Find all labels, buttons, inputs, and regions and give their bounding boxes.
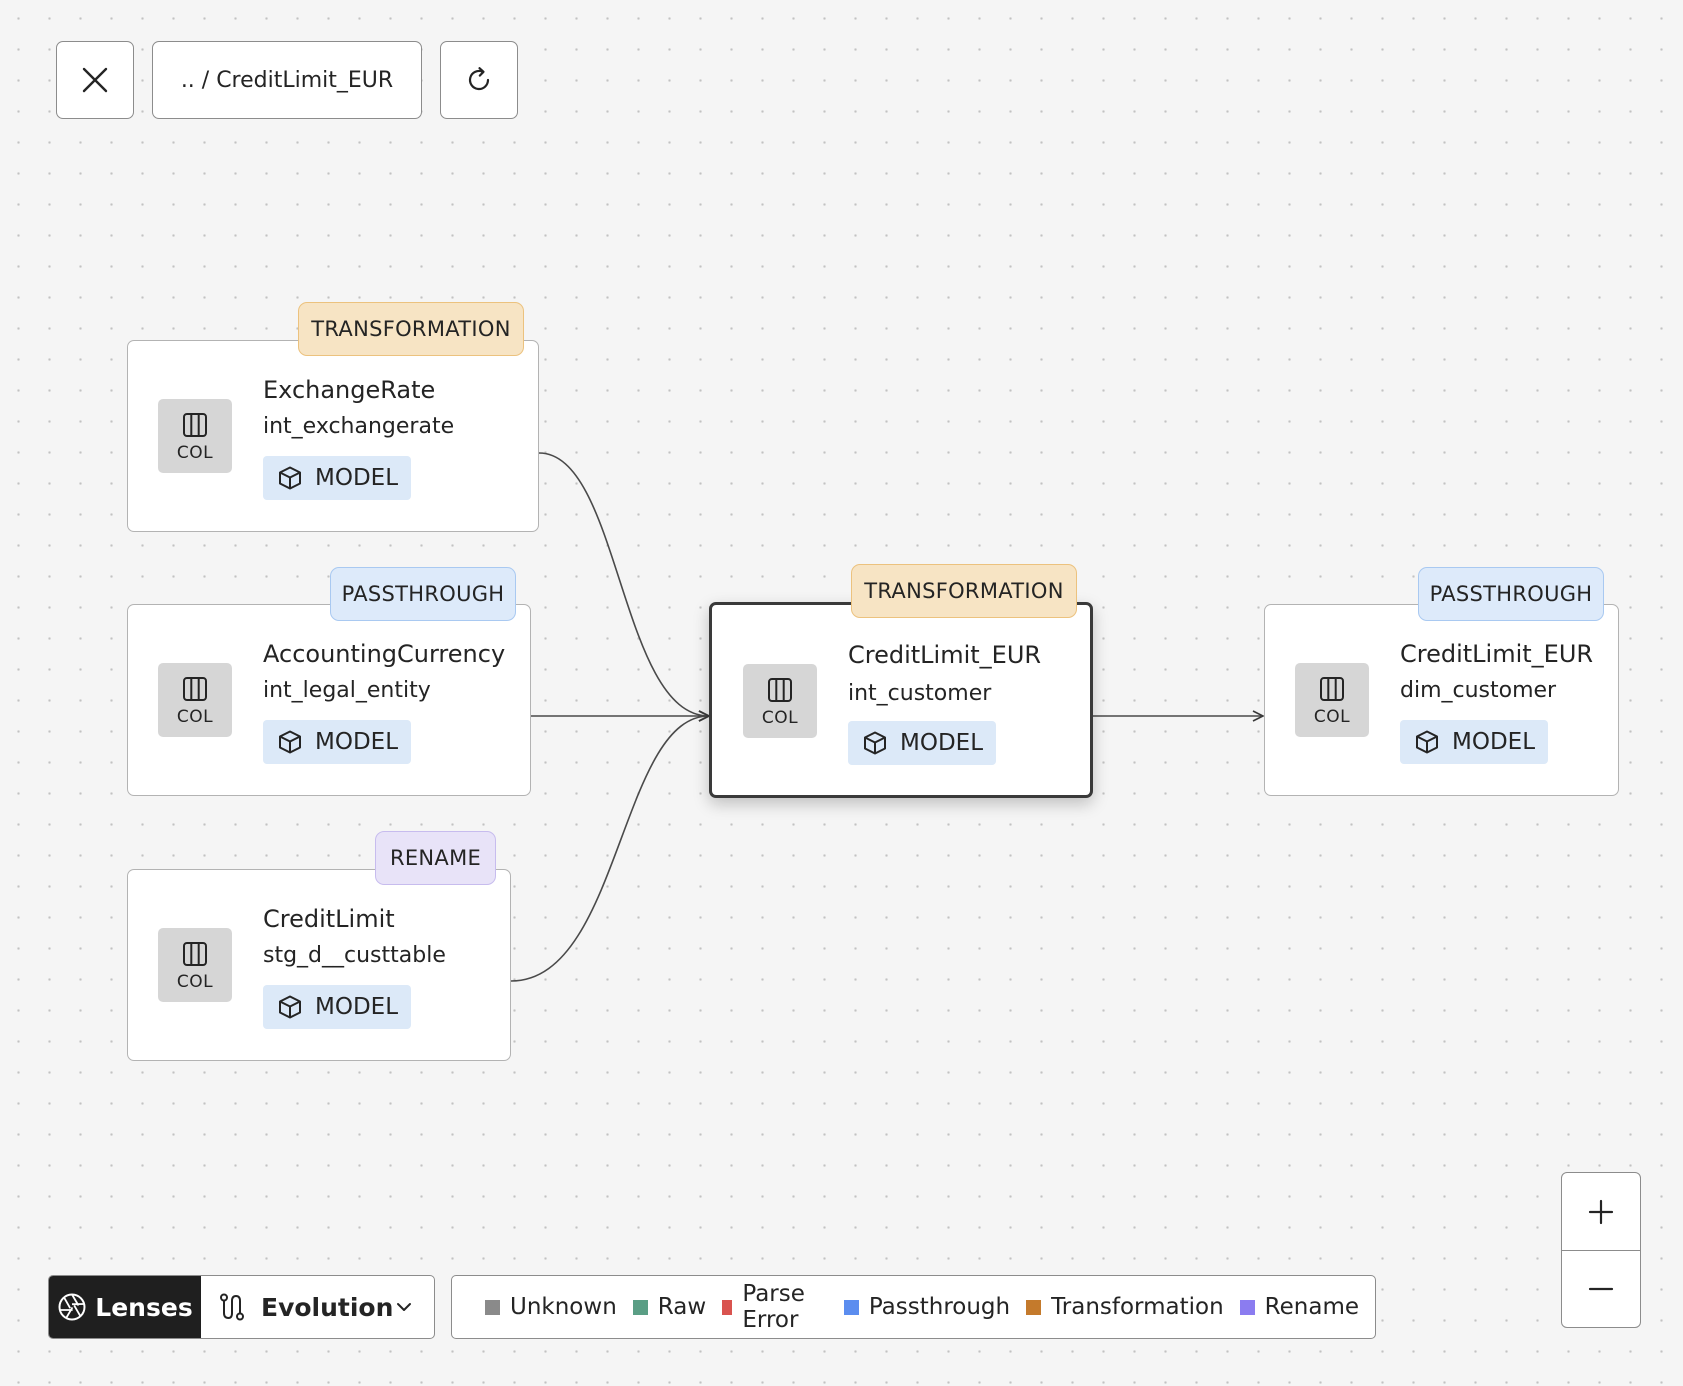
column-icon [1320,677,1344,701]
model-tag[interactable]: MODEL [1400,720,1548,764]
column-icon [183,677,207,701]
edge-creditlimit-to-creditlimit-eur [510,716,709,982]
badge-label: RENAME [389,846,482,870]
legend-swatch [632,1299,648,1315]
cube-icon [864,731,886,755]
node-title: CreditLimit [263,905,395,933]
legend-label: Unknown [510,1294,617,1320]
node-creditlimit-eur-int-customer[interactable]: COL CreditLimit_EUR int_customer MODEL [709,602,1093,798]
column-type-label: COL [176,972,214,992]
node-title: ExchangeRate [263,376,436,404]
evolution-dropdown[interactable]: Evolution [201,1276,434,1338]
node-subtitle: int_legal_entity [263,678,431,703]
breadcrumb[interactable]: .. / CreditLimit_EUR [152,41,422,119]
column-type-badge: COL [158,928,232,1002]
node-creditlimit-eur-dim-customer[interactable]: COL CreditLimit_EUR dim_customer MODEL [1264,604,1619,796]
lenses-button[interactable]: Lenses [49,1276,201,1338]
legend-swatch [1026,1299,1042,1315]
legend-item-rename: Rename [1239,1294,1359,1320]
badge-label: PASSTHROUGH [341,582,505,606]
evolution-path-icon [220,1293,244,1321]
model-tag[interactable]: MODEL [848,721,996,765]
legend-label: Rename [1264,1294,1359,1320]
column-type-label: COL [176,443,214,463]
close-icon [82,67,108,93]
legend: Unknown Raw Parse Error Passthrough Tran… [451,1275,1376,1339]
cube-icon [279,730,301,754]
evolution-badge-transformation: TRANSFORMATION [298,302,524,356]
column-type-label: COL [176,707,214,727]
column-icon [768,678,792,702]
node-title: CreditLimit_EUR [848,641,1042,669]
legend-swatch [485,1299,500,1315]
column-type-badge: COL [158,399,232,473]
legend-item-parse-error: Parse Error [722,1281,828,1333]
node-title: AccountingCurrency [263,640,506,668]
cube-icon [279,995,301,1019]
aperture-icon [58,1293,86,1321]
legend-swatch [1239,1299,1255,1315]
legend-swatch [843,1299,859,1315]
model-tag-label: MODEL [315,994,399,1020]
column-type-badge: COL [158,663,232,737]
column-type-badge: COL [1295,663,1369,737]
model-tag[interactable]: MODEL [263,985,411,1029]
evolution-badge-passthrough: PASSTHROUGH [330,567,516,621]
cube-icon [1416,730,1438,754]
column-type-label: COL [1313,707,1351,727]
column-icon [183,942,207,966]
legend-label: Parse Error [742,1281,805,1333]
lenses-label: Lenses [95,1292,193,1322]
model-tag-label: MODEL [315,465,399,491]
zoom-in-button[interactable] [1562,1173,1640,1250]
node-exchangerate[interactable]: COL ExchangeRate int_exchangerate MODEL [127,340,539,532]
legend-item-raw: Raw [632,1294,707,1320]
legend-item-transformation: Transformation [1026,1294,1224,1320]
evolution-badge-rename: RENAME [375,831,496,885]
model-tag-label: MODEL [315,729,399,755]
minus-icon [1588,1287,1614,1291]
cube-icon [279,466,301,490]
model-tag-label: MODEL [900,730,984,756]
refresh-icon [468,67,490,91]
edge-exchangerate-to-creditlimit-eur [538,452,709,716]
node-subtitle: stg_d__custtable [263,943,446,968]
node-accountingcurrency[interactable]: COL AccountingCurrency int_legal_entity … [127,604,531,796]
legend-label: Raw [657,1294,707,1320]
column-type-badge: COL [743,664,817,738]
node-creditlimit[interactable]: COL CreditLimit stg_d__custtable MODEL [127,869,511,1061]
column-icon [183,413,207,437]
legend-item-passthrough: Passthrough [843,1294,1011,1320]
plus-icon [1588,1199,1614,1224]
zoom-controls [1561,1172,1641,1328]
model-tag-label: MODEL [1452,729,1536,755]
lens-selector: Lenses Evolution [48,1275,435,1339]
evolution-label: Evolution [261,1292,394,1322]
zoom-out-button[interactable] [1562,1250,1640,1327]
chevron-down-icon [397,1303,411,1311]
node-subtitle: dim_customer [1400,678,1557,703]
refresh-button[interactable] [440,41,518,119]
node-subtitle: int_customer [848,681,992,706]
badge-label: TRANSFORMATION [311,317,511,341]
evolution-badge-transformation: TRANSFORMATION [851,564,1077,618]
column-type-label: COL [761,708,799,728]
node-title: CreditLimit_EUR [1400,640,1594,668]
breadcrumb-text: .. / CreditLimit_EUR [180,67,394,93]
close-button[interactable] [56,41,134,119]
model-tag[interactable]: MODEL [263,720,411,764]
legend-label: Passthrough [868,1294,1011,1320]
legend-item-unknown: Unknown [485,1294,617,1320]
badge-label: TRANSFORMATION [864,579,1064,603]
node-subtitle: int_exchangerate [263,414,455,439]
evolution-badge-passthrough: PASSTHROUGH [1418,567,1604,621]
legend-label: Transformation [1051,1294,1224,1320]
legend-swatch [722,1299,733,1315]
badge-label: PASSTHROUGH [1429,582,1593,606]
model-tag[interactable]: MODEL [263,456,411,500]
